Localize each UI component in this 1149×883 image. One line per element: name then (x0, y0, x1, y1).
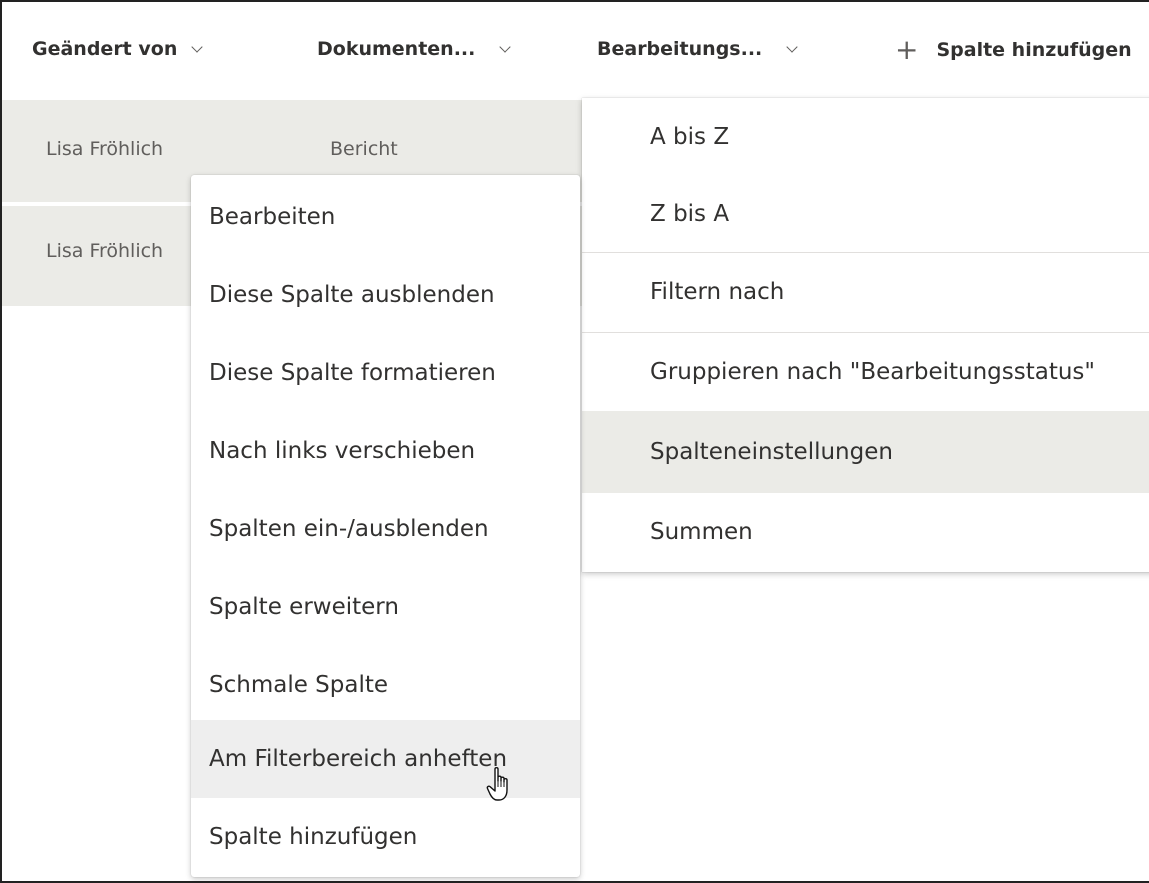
menu-item-pin-to-filter-pane[interactable]: Am Filterbereich anheften (191, 720, 580, 798)
column-header-label: Geändert von (32, 38, 178, 60)
menu-item-add-column[interactable]: Spalte hinzufügen (191, 798, 580, 876)
chevron-down-icon (191, 40, 204, 53)
menu-item-group-by[interactable]: Gruppieren nach "Bearbeitungsstatus" (582, 333, 1149, 411)
menu-item-label: Spalte erweitern (209, 594, 399, 620)
menu-item-show-hide-columns[interactable]: Spalten ein-/ausblenden (191, 490, 580, 568)
menu-item-label: Summen (650, 519, 753, 545)
menu-item-label: Gruppieren nach "Bearbeitungsstatus" (650, 359, 1095, 385)
plus-icon: + (895, 33, 919, 66)
menu-item-format-column[interactable]: Diese Spalte formatieren (191, 334, 580, 412)
menu-item-narrow-column[interactable]: Schmale Spalte (191, 646, 580, 724)
chevron-down-icon (786, 40, 798, 53)
menu-item-label: Am Filterbereich anheften (209, 746, 508, 772)
column-header-document-type[interactable]: Dokumenten... (317, 38, 512, 60)
menu-item-label: Diese Spalte formatieren (209, 360, 496, 386)
column-header-label: Dokumenten... (317, 38, 476, 60)
column-context-menu: Bearbeiten Diese Spalte ausblenden Diese… (191, 175, 580, 877)
add-column-label: Spalte hinzufügen (936, 39, 1132, 61)
menu-item-label: Diese Spalte ausblenden (209, 282, 495, 308)
cell-modified-by: Lisa Fröhlich (46, 240, 164, 262)
column-header-modified-by[interactable]: Geändert von (32, 38, 204, 60)
menu-item-label: Spalteneinstellungen (650, 439, 893, 465)
cell-document-type: Bericht (330, 138, 398, 160)
menu-item-label: Filtern nach (650, 279, 785, 305)
add-column-button[interactable]: + Spalte hinzufügen (895, 36, 1132, 64)
menu-item-label: Spalte hinzufügen (209, 824, 418, 850)
column-header-edit-status[interactable]: Bearbeitungs... (597, 38, 798, 60)
menu-item-label: Bearbeiten (209, 204, 336, 230)
hand-pointer-cursor-icon (486, 767, 508, 801)
menu-item-edit[interactable]: Bearbeiten (191, 178, 580, 256)
cell-modified-by: Lisa Fröhlich (46, 138, 164, 160)
menu-item-label: Nach links verschieben (209, 438, 476, 464)
column-header-label: Bearbeitungs... (597, 38, 763, 60)
menu-item-move-left[interactable]: Nach links verschieben (191, 412, 580, 490)
menu-item-column-settings[interactable]: Spalteneinstellungen (582, 411, 1149, 493)
menu-item-sort-z-a[interactable]: Z bis A (582, 176, 1149, 252)
menu-item-totals[interactable]: Summen (582, 493, 1149, 571)
menu-item-label: Schmale Spalte (209, 672, 389, 698)
menu-item-label: Z bis A (650, 201, 730, 227)
menu-item-label: Spalten ein-/ausblenden (209, 516, 489, 542)
menu-item-label: A bis Z (650, 124, 730, 150)
menu-item-filter-by[interactable]: Filtern nach (582, 253, 1149, 331)
menu-item-sort-a-z[interactable]: A bis Z (582, 98, 1149, 176)
column-header-row: Geändert von Dokumenten... Bearbeitungs.… (2, 2, 1149, 98)
menu-item-hide-column[interactable]: Diese Spalte ausblenden (191, 256, 580, 334)
chevron-down-icon (499, 40, 512, 53)
screenshot-frame: Geändert von Dokumenten... Bearbeitungs.… (0, 0, 1149, 883)
menu-item-expand-column[interactable]: Spalte erweitern (191, 568, 580, 646)
column-dropdown-menu: A bis Z Z bis A Filtern nach Gruppieren … (582, 98, 1149, 572)
